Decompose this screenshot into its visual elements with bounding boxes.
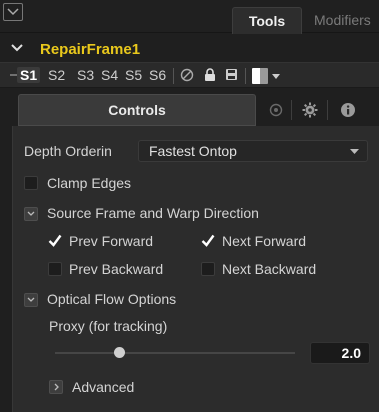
next-forward-label: Next Forward: [222, 233, 307, 249]
node-header[interactable]: RepairFrame1: [0, 38, 379, 62]
optical-flow-expander[interactable]: [24, 293, 38, 307]
advanced-expander[interactable]: [49, 380, 63, 394]
gear-icon[interactable]: [302, 102, 318, 118]
chevron-down-icon: [27, 297, 35, 302]
controls-panel: [12, 126, 379, 412]
clamp-edges-label: Clamp Edges: [47, 175, 132, 191]
prev-forward-label: Prev Forward: [69, 233, 154, 249]
depth-ordering-value: Fastest Ontop: [149, 143, 237, 159]
separator: [245, 68, 246, 84]
source-frame-section-label: Source Frame and Warp Direction: [47, 205, 259, 221]
inspector-tabs: Controls: [0, 94, 379, 126]
lock-icon[interactable]: [204, 68, 216, 82]
info-icon[interactable]: [340, 102, 356, 118]
optical-flow-section-label: Optical Flow Options: [47, 291, 177, 307]
next-backward-label: Next Backward: [222, 261, 317, 277]
chevron-down-icon[interactable]: [11, 43, 23, 53]
chevron-down-icon: [27, 211, 35, 216]
prev-backward-label: Prev Backward: [69, 261, 164, 277]
prev-backward-checkbox[interactable]: [48, 262, 62, 276]
scene-button-s1[interactable]: S1: [17, 67, 41, 83]
proxy-value-field[interactable]: 2.0: [310, 342, 370, 364]
scene-button-s5[interactable]: S5: [125, 67, 142, 83]
collapse-icon[interactable]: [3, 3, 23, 21]
caret-down-icon: [350, 149, 359, 154]
checkmark-icon[interactable]: [48, 234, 62, 247]
tab-tools[interactable]: Tools: [232, 7, 302, 34]
proxy-label: Proxy (for tracking): [49, 318, 168, 334]
separator: [173, 68, 174, 84]
depth-ordering-label: Depth Orderin: [24, 143, 112, 159]
proxy-slider-track[interactable]: [55, 352, 295, 354]
separator: [327, 100, 328, 120]
panel-tab-bar: Tools Modifiers: [0, 0, 379, 34]
source-frame-expander[interactable]: [24, 207, 38, 221]
clamp-edges-checkbox[interactable]: [24, 176, 38, 190]
scene-button-s2[interactable]: S2: [48, 67, 65, 83]
next-backward-checkbox[interactable]: [201, 262, 215, 276]
node-name: RepairFrame1: [40, 41, 141, 58]
scene-toolbar: S1 S2 S3 S4 S5 S6: [0, 62, 379, 88]
link-icon[interactable]: [268, 102, 284, 118]
separator: [291, 100, 292, 120]
tab-controls[interactable]: Controls: [18, 94, 256, 126]
tab-modifiers[interactable]: Modifiers: [314, 7, 371, 34]
scene-button-s6[interactable]: S6: [149, 67, 166, 83]
checkmark-icon[interactable]: [201, 234, 215, 247]
chevron-right-icon: [54, 383, 59, 391]
disable-icon[interactable]: [180, 68, 194, 82]
advanced-label: Advanced: [72, 379, 135, 395]
color-swatch-icon[interactable]: [252, 68, 268, 84]
depth-ordering-dropdown[interactable]: Fastest Ontop: [138, 140, 368, 162]
scene-button-s3[interactable]: S3: [77, 67, 94, 83]
caret-down-icon[interactable]: [272, 74, 280, 79]
save-icon[interactable]: [225, 68, 238, 81]
scene-button-s4[interactable]: S4: [101, 67, 118, 83]
